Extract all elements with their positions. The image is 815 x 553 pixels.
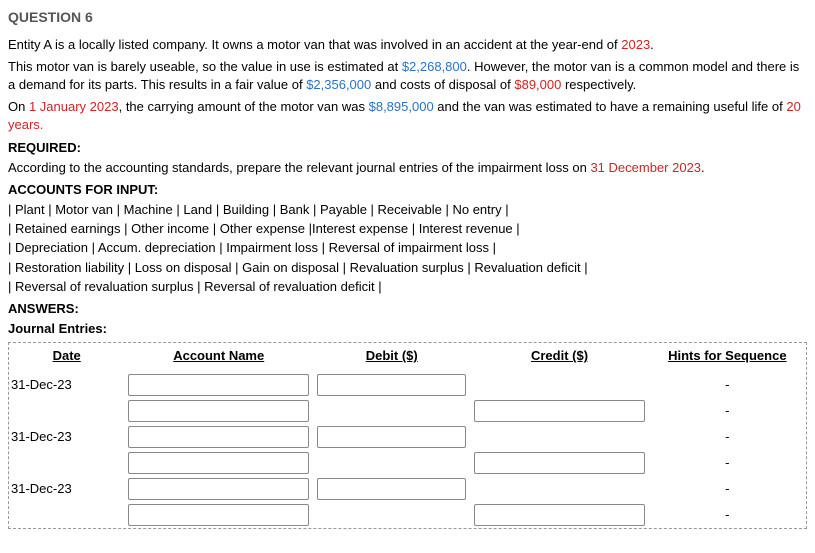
required-text-b: . bbox=[701, 160, 705, 175]
p2-text-d: respectively. bbox=[561, 77, 636, 92]
accounts-line: | Retained earnings | Other income | Oth… bbox=[8, 220, 807, 238]
debit-input[interactable] bbox=[317, 374, 466, 396]
account-name-input[interactable] bbox=[128, 400, 309, 422]
p2-costs-disposal: $89,000 bbox=[514, 77, 561, 92]
account-cell bbox=[124, 476, 313, 502]
header-date: Date bbox=[9, 343, 124, 371]
table-row: - bbox=[9, 450, 806, 476]
question-title: QUESTION 6 bbox=[8, 8, 807, 28]
account-name-input[interactable] bbox=[128, 504, 309, 526]
debit-cell bbox=[313, 502, 470, 528]
p1-year: 2023 bbox=[621, 37, 650, 52]
debit-cell bbox=[313, 450, 470, 476]
required-label: REQUIRED: bbox=[8, 139, 807, 157]
p3-carrying-amount: $8,895,000 bbox=[369, 99, 434, 114]
account-cell bbox=[124, 398, 313, 424]
table-row: - bbox=[9, 502, 806, 528]
p3-text-a: On bbox=[8, 99, 29, 114]
header-hints: Hints for Sequence bbox=[649, 343, 806, 371]
table-row: 31-Dec-23 - bbox=[9, 372, 806, 398]
journal-entries-table: Date Account Name Debit ($) Credit ($) H… bbox=[9, 343, 806, 527]
p3-text-b: , the carrying amount of the motor van w… bbox=[119, 99, 369, 114]
accounts-line: | Reversal of revaluation surplus | Reve… bbox=[8, 278, 807, 296]
account-name-input[interactable] bbox=[128, 374, 309, 396]
p2-text-a: This motor van is barely useable, so the… bbox=[8, 59, 402, 74]
account-name-input[interactable] bbox=[128, 426, 309, 448]
p2-fair-value: $2,356,000 bbox=[306, 77, 371, 92]
credit-cell bbox=[470, 424, 648, 450]
hint-cell: - bbox=[649, 424, 806, 450]
table-row: 31-Dec-23 - bbox=[9, 476, 806, 502]
header-credit: Credit ($) bbox=[470, 343, 648, 371]
account-cell bbox=[124, 450, 313, 476]
journal-entries-label: Journal Entries: bbox=[8, 320, 807, 338]
date-cell: 31-Dec-23 bbox=[9, 372, 124, 398]
debit-cell bbox=[313, 424, 470, 450]
hint-cell: - bbox=[649, 476, 806, 502]
hint-cell: - bbox=[649, 372, 806, 398]
p2-text-c: and costs of disposal of bbox=[371, 77, 514, 92]
hint-cell: - bbox=[649, 502, 806, 528]
required-text: According to the accounting standards, p… bbox=[8, 159, 807, 177]
hint-cell: - bbox=[649, 398, 806, 424]
table-row: - bbox=[9, 398, 806, 424]
p3-text-c: and the van was estimated to have a rema… bbox=[434, 99, 787, 114]
account-name-input[interactable] bbox=[128, 478, 309, 500]
credit-cell bbox=[470, 372, 648, 398]
paragraph-2: This motor van is barely useable, so the… bbox=[8, 58, 807, 94]
paragraph-3: On 1 January 2023, the carrying amount o… bbox=[8, 98, 807, 134]
accounts-line: | Plant | Motor van | Machine | Land | B… bbox=[8, 201, 807, 219]
date-cell: 31-Dec-23 bbox=[9, 476, 124, 502]
journal-entries-table-container: Date Account Name Debit ($) Credit ($) H… bbox=[8, 342, 807, 528]
p1-text-a: Entity A is a locally listed company. It… bbox=[8, 37, 621, 52]
p1-text-b: . bbox=[650, 37, 654, 52]
account-cell bbox=[124, 424, 313, 450]
account-cell bbox=[124, 372, 313, 398]
credit-cell bbox=[470, 476, 648, 502]
accounts-line: | Restoration liability | Loss on dispos… bbox=[8, 259, 807, 277]
header-account: Account Name bbox=[124, 343, 313, 371]
required-date: 31 December 2023 bbox=[590, 160, 701, 175]
required-text-a: According to the accounting standards, p… bbox=[8, 160, 590, 175]
p3-date: 1 January 2023 bbox=[29, 99, 119, 114]
date-cell: 31-Dec-23 bbox=[9, 424, 124, 450]
credit-input[interactable] bbox=[474, 504, 644, 526]
date-cell bbox=[9, 502, 124, 528]
p2-value-in-use: $2,268,800 bbox=[402, 59, 467, 74]
debit-input[interactable] bbox=[317, 478, 466, 500]
account-cell bbox=[124, 502, 313, 528]
header-debit: Debit ($) bbox=[313, 343, 470, 371]
debit-cell bbox=[313, 398, 470, 424]
credit-cell bbox=[470, 398, 648, 424]
date-cell bbox=[9, 398, 124, 424]
debit-cell bbox=[313, 372, 470, 398]
hint-cell: - bbox=[649, 450, 806, 476]
credit-input[interactable] bbox=[474, 452, 644, 474]
accounts-label: ACCOUNTS FOR INPUT: bbox=[8, 181, 807, 199]
credit-cell bbox=[470, 450, 648, 476]
credit-cell bbox=[470, 502, 648, 528]
credit-input[interactable] bbox=[474, 400, 644, 422]
debit-cell bbox=[313, 476, 470, 502]
answers-label: ANSWERS: bbox=[8, 300, 807, 318]
debit-input[interactable] bbox=[317, 426, 466, 448]
paragraph-1: Entity A is a locally listed company. It… bbox=[8, 36, 807, 54]
accounts-line: | Depreciation | Accum. depreciation | I… bbox=[8, 239, 807, 257]
table-row: 31-Dec-23 - bbox=[9, 424, 806, 450]
date-cell bbox=[9, 450, 124, 476]
account-name-input[interactable] bbox=[128, 452, 309, 474]
